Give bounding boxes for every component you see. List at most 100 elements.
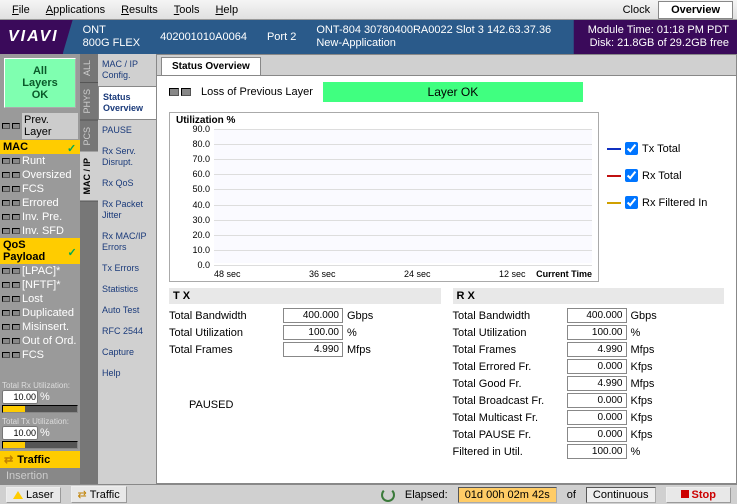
menu-results[interactable]: Results <box>113 2 166 18</box>
traffic-icon: ⇄ <box>78 488 87 501</box>
refresh-icon[interactable] <box>381 488 395 502</box>
legend-checkbox[interactable] <box>625 196 638 209</box>
sidebar-item[interactable]: [NFTF]* <box>0 278 80 292</box>
rx-broadcast[interactable] <box>567 393 627 408</box>
elapsed-label: Elapsed: <box>405 489 448 501</box>
ont-model: 800G FLEX <box>83 37 140 50</box>
port: Port 2 <box>267 31 296 44</box>
paused-label: PAUSED <box>189 399 233 411</box>
rx-good[interactable] <box>567 376 627 391</box>
rx-util-label: Total Rx Utilization: <box>2 381 78 390</box>
laser-button[interactable]: Laser <box>6 487 61 503</box>
rx-utilization[interactable] <box>567 325 627 340</box>
menubar: File Applications Results Tools Help Clo… <box>0 0 737 20</box>
submenu-item[interactable]: Help <box>98 363 156 384</box>
check-icon: ✓ <box>68 246 78 256</box>
tx-util-label: Total Tx Utilization: <box>2 417 78 426</box>
vtab-mac-ip[interactable]: MAC / IP <box>80 152 98 202</box>
logo: VIAVI <box>8 28 59 46</box>
submenu-item[interactable]: Status Overview <box>98 86 156 120</box>
traffic-toggle[interactable]: ⇄Traffic <box>0 451 80 468</box>
submenu-item[interactable]: Capture <box>98 342 156 363</box>
sidebar-item[interactable]: Duplicated <box>0 306 80 320</box>
rx-util-bar <box>2 405 78 413</box>
tx-bandwidth[interactable] <box>283 308 343 323</box>
qos-section[interactable]: QoS Payload✓ <box>0 238 80 264</box>
legend-item[interactable]: Tx Total <box>607 142 707 155</box>
menu-tools[interactable]: Tools <box>166 2 208 18</box>
sidebar-item[interactable]: [LPAC]* <box>0 264 80 278</box>
submenu-item[interactable]: Rx Packet Jitter <box>98 194 156 226</box>
status-led <box>169 88 179 96</box>
legend-item[interactable]: Rx Total <box>607 169 707 182</box>
menu-help[interactable]: Help <box>207 2 246 18</box>
all-layers-ok-button[interactable]: All Layers OK <box>4 58 76 108</box>
vtab-pcs[interactable]: PCS <box>80 121 98 153</box>
submenu-item[interactable]: RFC 2544 <box>98 321 156 342</box>
ont-label: ONT <box>83 24 140 37</box>
tx-util-value[interactable] <box>2 426 38 440</box>
sidebar-item[interactable]: Inv. SFD <box>0 224 80 238</box>
layer-ok-badge: Layer OK <box>323 82 583 102</box>
rx-header: R X <box>453 288 725 304</box>
rx-multicast[interactable] <box>567 410 627 425</box>
clock-label[interactable]: Clock <box>615 2 659 18</box>
submenu-item[interactable]: Tx Errors <box>98 258 156 279</box>
device-info: ONT-804 30780400RA0022 Slot 3 142.63.37.… <box>316 24 551 37</box>
sidebar-item[interactable]: Inv. Pre. <box>0 210 80 224</box>
sidebar-item[interactable]: Lost <box>0 292 80 306</box>
vtab-all[interactable]: ALL <box>80 54 98 83</box>
rx-filtered[interactable] <box>567 444 627 459</box>
tx-header: T X <box>169 288 441 304</box>
submenu-item[interactable]: Statistics <box>98 279 156 300</box>
rx-errored[interactable] <box>567 359 627 374</box>
sidebar-item[interactable]: Errored <box>0 196 80 210</box>
elapsed-value: 01d 00h 02m 42s <box>458 487 557 503</box>
rx-bandwidth[interactable] <box>567 308 627 323</box>
traffic-button[interactable]: ⇄Traffic <box>71 486 127 503</box>
header-bar: VIAVI ONT800G FLEX 402001010A0064 Port 2… <box>0 20 737 54</box>
sidebar-item[interactable]: Oversized <box>0 168 80 182</box>
rx-util-value[interactable] <box>2 390 38 404</box>
sidebar-item[interactable]: Misinsert. <box>0 320 80 334</box>
tab-status-overview[interactable]: Status Overview <box>161 57 261 75</box>
serial: 402001010A0064 <box>160 31 247 44</box>
mac-section[interactable]: MAC✓ <box>0 140 80 154</box>
insertion[interactable]: Insertion <box>2 469 52 483</box>
utilization-chart: Utilization % 90.080.070.060.050.040.030… <box>169 112 599 282</box>
menu-apps[interactable]: Applications <box>38 2 113 18</box>
tx-frames[interactable] <box>283 342 343 357</box>
stop-button[interactable]: Stop <box>666 487 731 503</box>
overview-button[interactable]: Overview <box>658 1 733 19</box>
sidebar-item[interactable]: Runt <box>0 154 80 168</box>
submenu-item[interactable]: MAC / IP Config. <box>98 54 156 86</box>
footer-bar: Laser ⇄Traffic Elapsed: 01d 00h 02m 42s … <box>0 484 737 504</box>
submenu-item[interactable]: Rx QoS <box>98 173 156 194</box>
submenu-item[interactable]: Auto Test <box>98 300 156 321</box>
submenu: MAC / IP Config.Status OverviewPAUSERx S… <box>98 54 156 484</box>
tx-utilization[interactable] <box>283 325 343 340</box>
vtab-phys[interactable]: PHYS <box>80 83 98 121</box>
vertical-tabs: ALLPHYSPCSMAC / IP <box>80 54 98 484</box>
rx-frames[interactable] <box>567 342 627 357</box>
sidebar-item[interactable]: Out of Ord. <box>0 334 80 348</box>
left-sidebar: All Layers OK Prev. Layer MAC✓ RuntOvers… <box>0 54 80 484</box>
rx-pause[interactable] <box>567 427 627 442</box>
loss-label: Loss of Previous Layer <box>201 86 313 98</box>
status-led <box>181 88 191 96</box>
submenu-item[interactable]: PAUSE <box>98 120 156 141</box>
menu-file[interactable]: File <box>4 2 38 18</box>
submenu-item[interactable]: Rx MAC/IP Errors <box>98 226 156 258</box>
chart-legend: Tx Total Rx Total Rx Filtered In <box>607 112 707 282</box>
sidebar-item[interactable]: FCS <box>0 182 80 196</box>
module-time: Module Time: 01:18 PM PDT <box>588 24 729 37</box>
disk-info: Disk: 21.8GB of 29.2GB free <box>588 37 729 50</box>
legend-item[interactable]: Rx Filtered In <box>607 196 707 209</box>
sidebar-item[interactable]: FCS <box>0 348 80 362</box>
legend-checkbox[interactable] <box>625 142 638 155</box>
mode-value[interactable]: Continuous <box>586 487 656 503</box>
prev-layer[interactable]: Prev. Layer <box>22 113 78 139</box>
legend-checkbox[interactable] <box>625 169 638 182</box>
tx-util-bar <box>2 441 78 449</box>
submenu-item[interactable]: Rx Serv. Disrupt. <box>98 141 156 173</box>
